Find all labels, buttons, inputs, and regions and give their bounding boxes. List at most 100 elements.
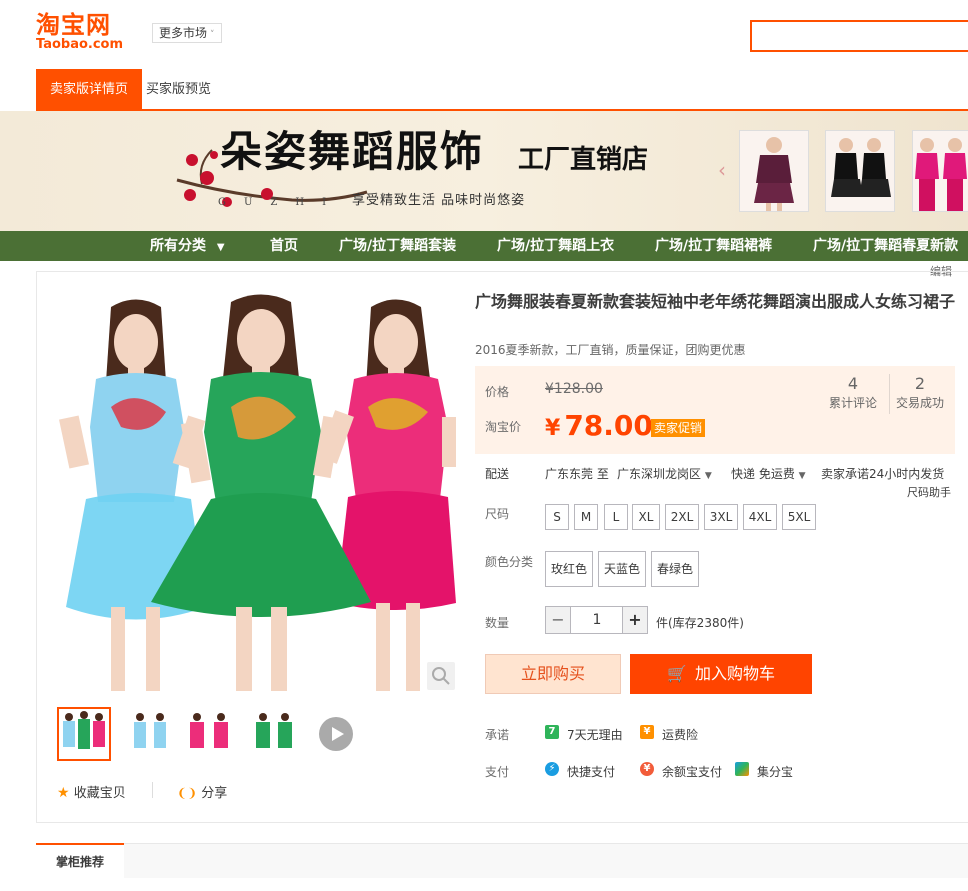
nav-dance-sets[interactable]: 广场/拉丁舞蹈套装 xyxy=(339,231,456,261)
model-image xyxy=(754,137,794,211)
seven-day-return-icon: 7 xyxy=(545,725,559,739)
buy-now-button[interactable]: 立即购买 xyxy=(485,654,621,694)
size-option-s[interactable]: S xyxy=(545,504,569,530)
size-option-m[interactable]: M xyxy=(574,504,598,530)
shipping-destination-dropdown[interactable]: 广东深圳龙岗区 ▼ xyxy=(617,465,712,482)
shop-name: 朵姿舞蹈服饰 xyxy=(220,127,485,176)
color-option-spring-green[interactable]: 春绿色 xyxy=(651,551,699,587)
zoom-button[interactable] xyxy=(427,662,455,690)
caret-down-icon: ▼ xyxy=(798,471,806,481)
stock-text: 件(库存2380件) xyxy=(656,616,744,630)
product-thumbnail[interactable] xyxy=(247,707,301,761)
size-option-5xl[interactable]: 5XL xyxy=(782,504,816,530)
nav-all-categories-label: 所有分类 xyxy=(150,238,206,254)
payment-label: 支付 xyxy=(485,765,510,779)
caret-down-icon: ▼ xyxy=(704,471,712,481)
promo-badge: 卖家促销 xyxy=(651,419,706,437)
play-icon xyxy=(332,727,344,741)
shipping-method: 快递 免运费 xyxy=(731,467,795,481)
add-to-cart-label: 加入购物车 xyxy=(694,664,775,683)
share-button[interactable]: ❨❩ 分享 xyxy=(177,782,227,801)
size-option-4xl[interactable]: 4XL xyxy=(743,504,777,530)
color-option-rose[interactable]: 玫红色 xyxy=(545,551,593,587)
cart-icon: 🛒 xyxy=(667,664,687,683)
shop-subtitle: 工厂直销店 xyxy=(518,145,649,175)
review-count-label: 累计评论 xyxy=(828,396,877,410)
payment-yuebao: 余额宝支付 xyxy=(662,765,723,779)
product-thumbnail[interactable] xyxy=(123,707,177,761)
model-image xyxy=(831,138,891,197)
model-image xyxy=(915,138,967,211)
nav-dance-tops[interactable]: 广场/拉丁舞蹈上衣 xyxy=(497,231,614,261)
chevron-left-icon[interactable]: ‹ xyxy=(718,158,726,182)
banner-thumb[interactable] xyxy=(739,130,809,212)
magnifier-icon xyxy=(432,667,450,685)
thumbnail-image xyxy=(134,713,166,748)
chevron-down-icon: ˅ xyxy=(210,30,215,40)
review-count-value: 4 xyxy=(847,374,859,393)
product-main-image[interactable] xyxy=(56,287,456,691)
quantity-increase-button[interactable]: + xyxy=(622,606,648,634)
search-input[interactable] xyxy=(750,20,968,52)
size-option-2xl[interactable]: 2XL xyxy=(665,504,699,530)
more-markets-dropdown[interactable]: 更多市场 ˅ xyxy=(152,23,222,43)
product-thumbnail[interactable] xyxy=(183,707,237,761)
original-price: ¥128.00 xyxy=(545,381,603,397)
product-thumbnail[interactable] xyxy=(57,707,111,761)
tab-seller-detail[interactable]: 卖家版详情页 xyxy=(36,69,143,110)
banner-thumb[interactable] xyxy=(912,130,968,212)
favorite-button[interactable]: ★ 收藏宝贝 xyxy=(57,782,126,801)
shipping-from: 广东东莞 至 xyxy=(545,467,609,481)
nav-all-categories[interactable]: 所有分类 ▼ xyxy=(150,231,225,261)
recommend-bar xyxy=(36,843,968,878)
yuebao-icon: ¥ xyxy=(640,762,654,776)
quantity-label: 数量 xyxy=(485,616,510,630)
product-subtitle: 2016夏季新款，工厂直销，质量保证，团购更优惠 xyxy=(475,343,746,357)
jifenbao-icon xyxy=(735,762,749,776)
current-price-value: 78.00 xyxy=(564,409,653,442)
add-to-cart-button[interactable]: 🛒 加入购物车 xyxy=(630,654,812,694)
share-label: 分享 xyxy=(201,786,228,801)
shipping-label: 配送 xyxy=(485,467,510,481)
payment-quick: 快捷支付 xyxy=(567,765,616,779)
banner-thumb[interactable] xyxy=(825,130,895,212)
quantity-input[interactable]: 1 xyxy=(570,606,624,634)
size-option-l[interactable]: L xyxy=(604,504,628,530)
promise-7day[interactable]: 7天无理由 xyxy=(567,726,623,743)
color-option-sky-blue[interactable]: 天蓝色 xyxy=(598,551,646,587)
sales-count-value: 2 xyxy=(914,374,926,393)
star-icon: ★ xyxy=(57,785,70,801)
color-label: 颜色分类 xyxy=(485,555,534,569)
currency-symbol: ¥ xyxy=(545,416,561,441)
play-video-button[interactable] xyxy=(319,717,353,751)
taobao-logo[interactable]: 淘宝网 Taobao.com xyxy=(36,12,136,52)
sales-count-label: 交易成功 xyxy=(895,396,944,410)
tab-buyer-preview[interactable]: 买家版预览 xyxy=(132,69,225,110)
size-option-xl[interactable]: XL xyxy=(632,504,660,530)
size-helper-link[interactable]: 尺码助手 xyxy=(907,484,951,500)
shipping-method-dropdown[interactable]: 快递 免运费 ▼ xyxy=(731,465,806,482)
tab-shopkeeper-recommend[interactable]: 掌柜推荐 xyxy=(36,843,124,879)
thumbnail-image xyxy=(256,713,292,748)
promise-label: 承诺 xyxy=(485,728,510,742)
quick-pay-icon: ⚡ xyxy=(545,762,559,776)
shipping-destination: 广东深圳龙岗区 xyxy=(617,467,702,481)
size-option-3xl[interactable]: 3XL xyxy=(704,504,738,530)
logo-text-en: Taobao.com xyxy=(36,37,124,52)
divider xyxy=(152,782,153,798)
price-label: 价格 xyxy=(485,385,510,399)
quantity-decrease-button[interactable]: − xyxy=(545,606,571,634)
nav-dance-skirts[interactable]: 广场/拉丁舞蹈裙裤 xyxy=(655,231,772,261)
nav-dance-new[interactable]: 广场/拉丁舞蹈春夏新款 xyxy=(813,231,958,261)
shop-slogan: 享受精致生活 品味时尚悠姿 xyxy=(352,193,526,208)
payment-jifenbao: 集分宝 xyxy=(757,765,794,779)
promise-shipping-insurance[interactable]: 运费险 xyxy=(662,726,698,743)
nav-home[interactable]: 首页 xyxy=(270,231,298,261)
taobao-price-label: 淘宝价 xyxy=(485,420,522,434)
more-markets-label: 更多市场 xyxy=(159,26,208,40)
current-price: ¥78.00 xyxy=(545,408,653,447)
shop-pinyin: GUZHI xyxy=(218,197,345,208)
logo-text-cn: 淘宝网 xyxy=(36,11,111,39)
sales-count: 2 交易成功 xyxy=(885,374,955,411)
review-count[interactable]: 4 累计评论 xyxy=(818,374,888,411)
